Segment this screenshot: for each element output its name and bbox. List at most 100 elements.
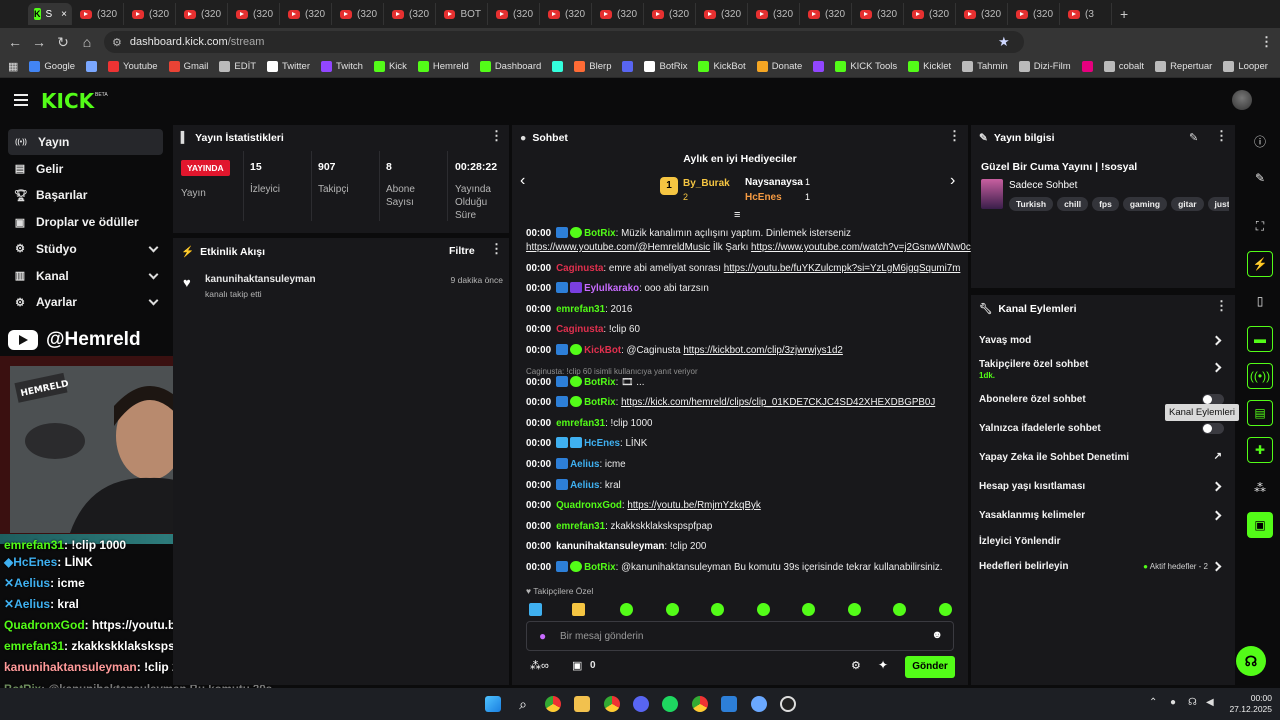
bookmark-item[interactable]: Hemreld (417, 61, 469, 72)
browser-tab[interactable]: (320 (334, 3, 384, 25)
chat-menu-icon[interactable] (948, 132, 952, 140)
chat-message-input[interactable]: ● Bir mesaj gönderin ☻ (526, 621, 954, 651)
chat-username[interactable]: Caginusta (556, 263, 603, 274)
chat-username[interactable]: emrefan31 (556, 304, 605, 315)
sidebar-item[interactable]: ⚙ Ayarlar (8, 289, 163, 315)
support-headset-icon[interactable]: ☊ (1236, 646, 1266, 676)
channel-actions-menu-icon[interactable] (1215, 302, 1219, 310)
browser-tab[interactable]: (320 (386, 3, 436, 25)
chat-username[interactable]: Eylulkarako (584, 283, 639, 294)
chrome-alt-icon[interactable] (692, 696, 708, 712)
browser-tab[interactable]: (320 (698, 3, 748, 25)
file-explorer-icon[interactable] (574, 696, 590, 712)
chat-icon[interactable]: ▬ (1247, 326, 1273, 352)
gift-icon[interactable]: ▣ (572, 659, 582, 672)
stream-tag[interactable]: chill (1057, 197, 1089, 211)
tray-chevron-icon[interactable]: ⌃ (1149, 697, 1157, 708)
forward-icon[interactable]: → (27, 34, 51, 50)
emote-icon[interactable] (893, 603, 906, 616)
pinned-filter-icon[interactable]: ≡ (734, 209, 740, 221)
chat-username[interactable]: HcEnes (584, 438, 620, 449)
chat-link[interactable]: https://kick.com/hemreld/clips/clip_01KD… (621, 397, 935, 408)
bookmark-item[interactable]: KICK Tools (835, 61, 897, 72)
chat-username[interactable]: BotRix (584, 562, 616, 573)
bookmark-item[interactable]: Google (29, 61, 75, 72)
channel-action-row[interactable]: Yalnızca ifadelerle sohbet (979, 423, 1224, 437)
kick-logo[interactable]: KICK (41, 89, 94, 113)
bolt-icon[interactable]: ⚡ (1247, 251, 1273, 277)
hamburger-menu-icon[interactable] (14, 94, 28, 106)
sidebar-item[interactable]: ((•)) Yayın (8, 129, 163, 155)
chat-username[interactable]: emrefan31 (556, 418, 605, 429)
chat-username[interactable]: BotRix (584, 397, 616, 408)
green-tool-icon[interactable]: ▣ (1247, 512, 1273, 538)
bookmark-item[interactable]: cobalt (1103, 61, 1144, 72)
browser-tab[interactable]: (320 (74, 3, 124, 25)
browser-tab[interactable]: (320 (958, 3, 1008, 25)
discord-icon[interactable] (633, 696, 649, 712)
filter-button[interactable]: Filtre (449, 245, 475, 257)
bookmark-item[interactable]: Twitter (267, 61, 310, 72)
emote-icon[interactable] (802, 603, 815, 616)
chrome-icon[interactable] (545, 696, 561, 712)
gifters-prev-icon[interactable]: ‹ (520, 172, 525, 190)
bookmark-item[interactable] (622, 61, 634, 72)
bookmark-item[interactable]: Repertuar (1155, 61, 1212, 72)
tray-headset-icon[interactable]: ☊ (1188, 697, 1197, 708)
info-icon[interactable]: ⓘ (1247, 128, 1273, 154)
chat-username[interactable]: emrefan31 (556, 521, 605, 532)
sidebar-item[interactable]: ▣ Droplar ve ödüller (8, 209, 163, 235)
bookmark-item[interactable] (552, 61, 564, 72)
browser-tab[interactable]: (320 (178, 3, 228, 25)
tab-close-icon[interactable]: × (61, 9, 67, 20)
edit-pencil-icon[interactable]: ✎ (1189, 131, 1198, 144)
chat-link[interactable]: https://youtu.be/RmjmYzkqByk (627, 500, 760, 511)
bookmark-item[interactable]: Gmail (168, 61, 208, 72)
browser-tab[interactable]: (320 (230, 3, 280, 25)
channel-action-row[interactable]: Yapay Zeka ile Sohbet Denetimi ↗ (979, 451, 1224, 466)
bookmark-item[interactable]: Dashboard (479, 61, 541, 72)
new-tab-icon[interactable]: + (1120, 6, 1128, 22)
browser-tab[interactable]: BOT (438, 3, 488, 25)
tray-mic-icon[interactable]: ● (1170, 697, 1176, 708)
sidebar-item[interactable]: ⚙ Stüdyo (8, 236, 163, 262)
chat-points-icon[interactable]: ⁂∞ (530, 659, 549, 672)
browser-tab[interactable]: (320 (854, 3, 904, 25)
browser-tab[interactable]: (320 (542, 3, 592, 25)
bookmark-item[interactable] (86, 61, 98, 72)
channel-action-row[interactable]: Hedefleri belirleyin ● Aktif hedefler - 2 (979, 561, 1224, 575)
bookmark-item[interactable]: Twitch (321, 61, 363, 72)
stream-tag[interactable]: fps (1092, 197, 1119, 211)
sidebar-item[interactable]: 🏆︎ Başarılar (8, 182, 163, 208)
bookmark-item[interactable]: Looper (1223, 61, 1268, 72)
stream-tag[interactable]: justcha (1207, 197, 1229, 211)
chat-link[interactable]: https://youtu.be/fuYKZulcmpk?si=YzLgM6jg… (724, 263, 961, 274)
stats-menu-icon[interactable] (490, 132, 494, 140)
app-blue-icon[interactable] (721, 696, 737, 712)
emote-icon[interactable] (939, 603, 952, 616)
stream-tag[interactable]: Turkish (1009, 197, 1054, 211)
send-button[interactable]: Gönder (905, 656, 955, 678)
channel-action-row[interactable]: Hesap yaşı kısıtlaması (979, 481, 1224, 495)
chat-username[interactable]: KickBot (584, 345, 621, 356)
star-icon[interactable]: ★ (998, 34, 1010, 50)
browser-tab[interactable]: (320 (750, 3, 800, 25)
stream-info-menu-icon[interactable] (1215, 132, 1219, 140)
site-info-icon[interactable]: ⚙ (112, 36, 122, 49)
chat-link[interactable]: https://www.youtube.com/watch?v=j2GsnwWN… (751, 242, 971, 253)
settings-gear-icon[interactable] (751, 696, 767, 712)
chat-username[interactable]: Aelius (570, 480, 599, 491)
windows-start-icon[interactable] (485, 696, 501, 712)
activity-menu-icon[interactable] (490, 245, 494, 253)
chat-settings-icon[interactable]: ⚙ (851, 659, 861, 672)
channel-action-row[interactable]: Yasaklanmış kelimeler (979, 510, 1224, 524)
chat-link[interactable]: https://www.youtube.com/@HemreldMusic (526, 242, 710, 253)
bookmark-item[interactable]: Kicklet (908, 61, 951, 72)
category-name[interactable]: Sadece Sohbet (1009, 180, 1077, 191)
stream-tag[interactable]: gaming (1122, 197, 1168, 211)
search-icon[interactable]: ⌕ (515, 696, 531, 712)
browser-tab[interactable]: (320 (906, 3, 956, 25)
bookmark-item[interactable]: Youtube (108, 61, 158, 72)
bookmark-item[interactable]: Blerp (574, 61, 611, 72)
channel-action-row[interactable]: Yavaş mod (979, 335, 1224, 349)
